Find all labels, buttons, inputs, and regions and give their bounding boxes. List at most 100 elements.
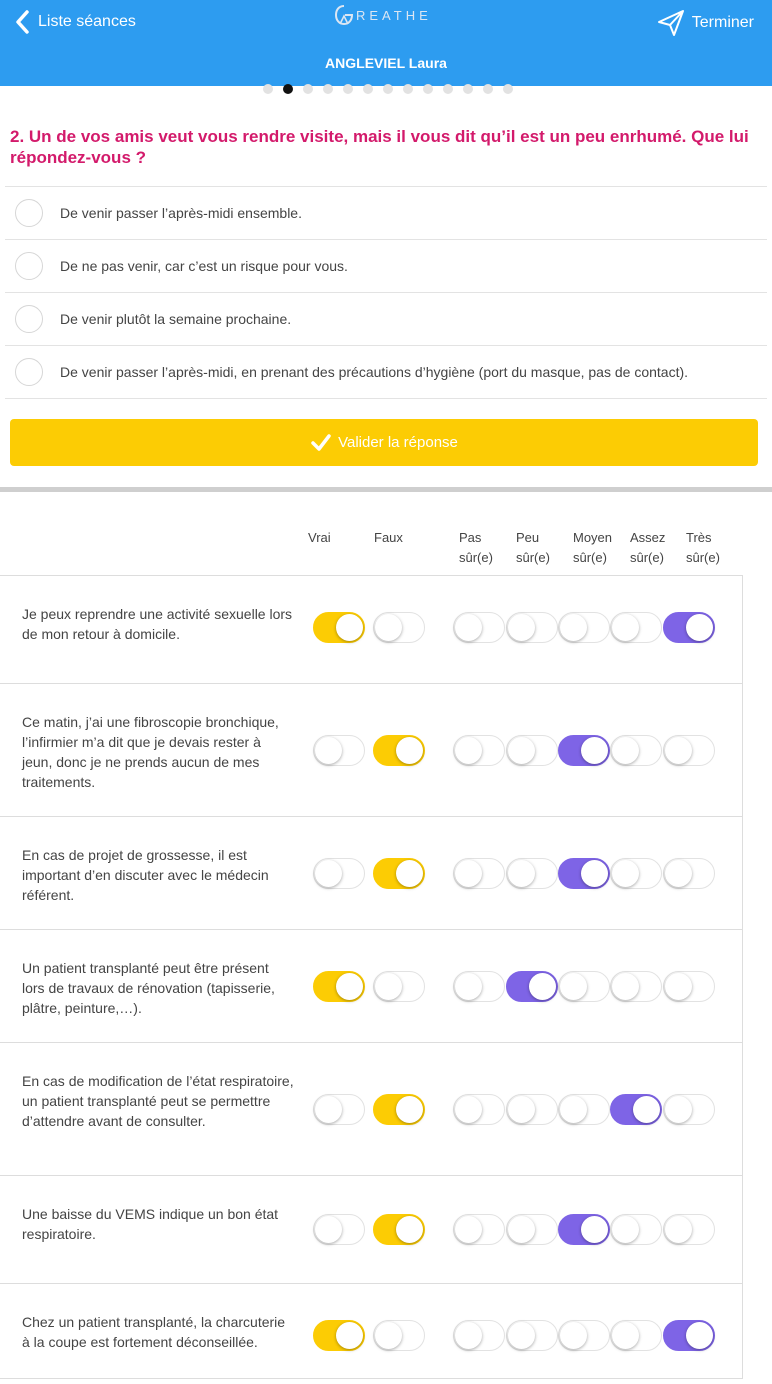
toggle-knob [612, 614, 639, 641]
toggle-knob [508, 1216, 535, 1243]
toggle-faux[interactable] [373, 735, 425, 766]
toggle-faux[interactable] [373, 971, 425, 1002]
toggle-knob [612, 737, 639, 764]
column-header-faux: Faux [374, 530, 403, 545]
toggle-confidence-pas[interactable] [453, 735, 505, 766]
toggle-confidence-moyen[interactable] [558, 858, 610, 889]
pagination-dot[interactable] [343, 84, 353, 94]
toggle-confidence-tres[interactable] [663, 858, 715, 889]
finish-button[interactable]: Terminer [656, 8, 754, 38]
toggle-knob [455, 737, 482, 764]
statement-row: Ce matin, j’ai une fibroscopie bronchiqu… [0, 684, 742, 817]
statement-text: Un patient transplanté peut être présent… [22, 960, 275, 1016]
pagination-dot[interactable] [403, 84, 413, 94]
toggle-confidence-assez[interactable] [610, 858, 662, 889]
toggle-faux[interactable] [373, 1320, 425, 1351]
validate-button[interactable]: Valider la réponse [10, 419, 758, 466]
toggle-confidence-pas[interactable] [453, 1094, 505, 1125]
pagination-dot[interactable] [303, 84, 313, 94]
radio-button[interactable] [15, 305, 43, 333]
toggle-confidence-assez[interactable] [610, 1320, 662, 1351]
toggle-confidence-peu[interactable] [506, 1320, 558, 1351]
answer-option[interactable]: De venir passer l’après-midi, en prenant… [5, 346, 767, 399]
statement-text: Une baisse du VEMS indique un bon état r… [22, 1206, 279, 1242]
toggle-vrai[interactable] [313, 1320, 365, 1351]
pagination-dot[interactable] [323, 84, 333, 94]
toggle-knob [508, 614, 535, 641]
toggle-confidence-pas[interactable] [453, 1320, 505, 1351]
pagination-dot[interactable] [483, 84, 493, 94]
toggle-faux[interactable] [373, 1094, 425, 1125]
radio-button[interactable] [15, 199, 43, 227]
toggle-confidence-peu[interactable] [506, 971, 558, 1002]
toggle-vrai[interactable] [313, 735, 365, 766]
column-header-pas-sur: Pas sûr(e) [459, 530, 493, 565]
statement-row: En cas de modification de l’état respira… [0, 1043, 742, 1176]
toggle-confidence-pas[interactable] [453, 1214, 505, 1245]
toggle-confidence-tres[interactable] [663, 1214, 715, 1245]
toggle-confidence-tres[interactable] [663, 971, 715, 1002]
toggle-knob [375, 614, 402, 641]
toggle-confidence-tres[interactable] [663, 1094, 715, 1125]
toggle-knob [581, 737, 608, 764]
toggle-confidence-moyen[interactable] [558, 612, 610, 643]
toggle-confidence-assez[interactable] [610, 1214, 662, 1245]
toggle-confidence-moyen[interactable] [558, 735, 610, 766]
toggle-knob [455, 1216, 482, 1243]
toggle-knob [315, 860, 342, 887]
pagination-dot[interactable] [263, 84, 273, 94]
toggle-confidence-moyen[interactable] [558, 971, 610, 1002]
toggle-faux[interactable] [373, 858, 425, 889]
toggle-knob [665, 737, 692, 764]
toggle-confidence-peu[interactable] [506, 858, 558, 889]
toggle-vrai[interactable] [313, 858, 365, 889]
toggle-knob [375, 1322, 402, 1349]
toggle-confidence-peu[interactable] [506, 735, 558, 766]
toggle-vrai[interactable] [313, 1214, 365, 1245]
toggle-knob [665, 1096, 692, 1123]
answer-option-label: De venir plutôt la semaine prochaine. [60, 311, 292, 327]
statements-table: Je peux reprendre une activité sexuelle … [0, 575, 743, 1379]
statement-row: Chez un patient transplanté, la charcute… [0, 1284, 742, 1379]
toggle-vrai[interactable] [313, 1094, 365, 1125]
toggle-confidence-tres[interactable] [663, 612, 715, 643]
radio-button[interactable] [15, 358, 43, 386]
answer-option[interactable]: De venir passer l’après-midi ensemble. [5, 187, 767, 240]
toggle-confidence-moyen[interactable] [558, 1094, 610, 1125]
toggle-confidence-moyen[interactable] [558, 1214, 610, 1245]
pagination-dot[interactable] [443, 84, 453, 94]
toggle-confidence-moyen[interactable] [558, 1320, 610, 1351]
pagination-dot[interactable] [503, 84, 513, 94]
toggle-vrai[interactable] [313, 612, 365, 643]
statement-text: Ce matin, j’ai une fibroscopie bronchiqu… [22, 714, 279, 790]
toggle-confidence-tres[interactable] [663, 735, 715, 766]
toggle-knob [508, 737, 535, 764]
back-button[interactable]: Liste séances [14, 10, 136, 34]
pagination-dot[interactable] [383, 84, 393, 94]
pagination-dot[interactable] [423, 84, 433, 94]
toggle-faux[interactable] [373, 1214, 425, 1245]
toggle-confidence-peu[interactable] [506, 1094, 558, 1125]
section-divider [0, 487, 772, 492]
answer-option-label: De venir passer l’après-midi ensemble. [60, 205, 302, 221]
toggle-confidence-assez[interactable] [610, 971, 662, 1002]
answer-option[interactable]: De ne pas venir, car c’est un risque pou… [5, 240, 767, 293]
toggle-confidence-pas[interactable] [453, 612, 505, 643]
answer-option[interactable]: De venir plutôt la semaine prochaine. [5, 293, 767, 346]
toggle-confidence-assez[interactable] [610, 735, 662, 766]
pagination-dot[interactable] [283, 84, 293, 94]
pagination-dot[interactable] [363, 84, 373, 94]
toggle-vrai[interactable] [313, 971, 365, 1002]
toggle-confidence-pas[interactable] [453, 858, 505, 889]
toggle-knob [581, 860, 608, 887]
toggle-faux[interactable] [373, 612, 425, 643]
toggle-confidence-pas[interactable] [453, 971, 505, 1002]
toggle-confidence-assez[interactable] [610, 1094, 662, 1125]
toggle-confidence-peu[interactable] [506, 612, 558, 643]
toggle-confidence-tres[interactable] [663, 1320, 715, 1351]
radio-button[interactable] [15, 252, 43, 280]
pagination-dot[interactable] [463, 84, 473, 94]
toggle-confidence-peu[interactable] [506, 1214, 558, 1245]
toggle-confidence-assez[interactable] [610, 612, 662, 643]
toggle-knob [336, 1322, 363, 1349]
